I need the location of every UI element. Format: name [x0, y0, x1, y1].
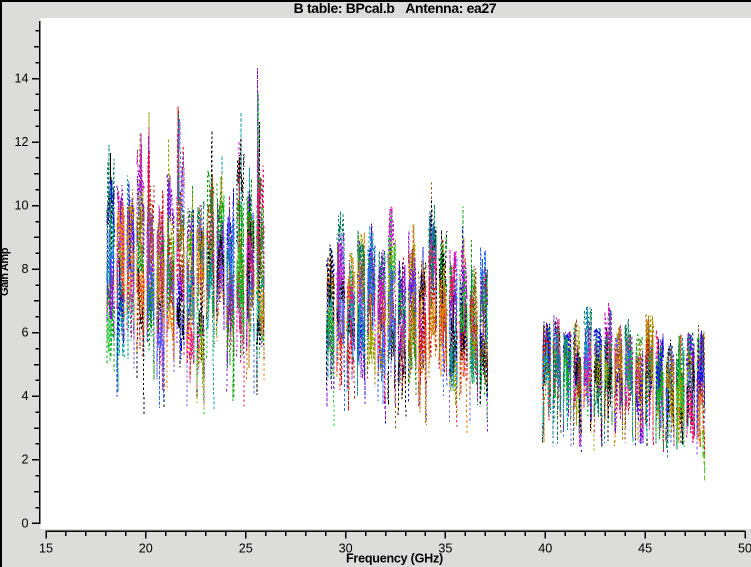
svg-text:B table: BPcal.b Antenna: ea: B table: BPcal.b Antenna: ea27	[294, 0, 497, 16]
svg-text:50: 50	[738, 542, 751, 556]
svg-text:6: 6	[21, 326, 28, 340]
svg-text:Frequency (GHz): Frequency (GHz)	[346, 552, 443, 566]
svg-text:15: 15	[39, 542, 53, 556]
svg-text:10: 10	[14, 199, 28, 213]
svg-text:35: 35	[438, 542, 452, 556]
svg-text:40: 40	[538, 542, 552, 556]
svg-text:4: 4	[21, 389, 28, 403]
svg-text:2: 2	[21, 453, 28, 467]
svg-text:20: 20	[139, 542, 153, 556]
svg-text:30: 30	[339, 542, 353, 556]
svg-text:45: 45	[638, 542, 652, 556]
svg-text:25: 25	[239, 542, 253, 556]
svg-text:14: 14	[14, 71, 28, 85]
svg-text:8: 8	[21, 262, 28, 276]
svg-text:0: 0	[21, 516, 28, 530]
svg-text:12: 12	[14, 135, 28, 149]
svg-text:Gain Amp: Gain Amp	[0, 247, 11, 296]
